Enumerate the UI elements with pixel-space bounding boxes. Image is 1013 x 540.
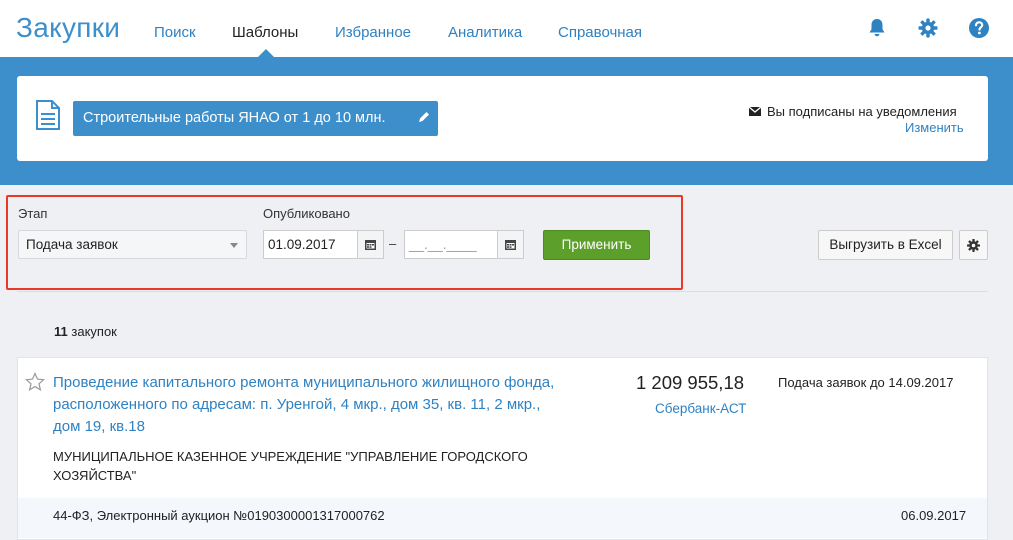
purchase-title-link[interactable]: Проведение капитального ремонта муниципа… bbox=[53, 372, 563, 438]
nav-templates[interactable]: Шаблоны bbox=[232, 24, 298, 41]
subscription-status: Вы подписаны на уведомления bbox=[767, 104, 957, 119]
published-date: 06.09.2017 bbox=[901, 508, 967, 523]
app-logo[interactable]: Закупки bbox=[16, 12, 120, 44]
nav-analytics[interactable]: Аналитика bbox=[448, 24, 522, 41]
results-count-number: 11 bbox=[54, 324, 68, 339]
export-excel-button[interactable]: Выгрузить в Excel bbox=[818, 230, 953, 260]
nav-search[interactable]: Поиск bbox=[154, 24, 196, 41]
bell-icon[interactable] bbox=[866, 17, 888, 39]
template-name: Строительные работы ЯНАО от 1 до 10 млн. bbox=[83, 110, 386, 126]
top-navigation: Закупки Поиск Шаблоны Избранное Аналитик… bbox=[0, 0, 1013, 57]
gear-icon[interactable] bbox=[917, 17, 939, 39]
envelope-icon bbox=[749, 107, 761, 116]
document-icon bbox=[36, 100, 60, 130]
change-subscription-link[interactable]: Изменить bbox=[905, 120, 964, 135]
nav-favorites[interactable]: Избранное bbox=[335, 24, 411, 41]
star-icon[interactable] bbox=[25, 372, 45, 392]
customer-name: МУНИЦИПАЛЬНОЕ КАЗЕННОЕ УЧРЕЖДЕНИЕ "УПРАВ… bbox=[53, 449, 528, 483]
application-deadline: Подача заявок до 14.09.2017 bbox=[778, 375, 954, 390]
edit-pencil-icon bbox=[419, 112, 429, 122]
list-settings-button[interactable] bbox=[959, 230, 988, 260]
purchase-price: 1 209 955,18 bbox=[636, 372, 745, 393]
results-count: 11 закупок bbox=[54, 324, 117, 339]
platform-link[interactable]: Сбербанк-АСТ bbox=[655, 401, 746, 416]
template-name-button[interactable]: Строительные работы ЯНАО от 1 до 10 млн. bbox=[73, 101, 438, 136]
help-icon[interactable] bbox=[968, 17, 990, 39]
highlight-annotation-box bbox=[6, 195, 683, 290]
filters-divider bbox=[17, 291, 988, 292]
results-count-label: закупок bbox=[71, 324, 117, 339]
active-tab-indicator bbox=[258, 49, 274, 57]
procurement-law-number: 44-ФЗ, Электронный аукцион №019030000131… bbox=[53, 508, 385, 523]
nav-reference[interactable]: Справочная bbox=[558, 24, 642, 41]
gear-icon bbox=[967, 239, 980, 252]
